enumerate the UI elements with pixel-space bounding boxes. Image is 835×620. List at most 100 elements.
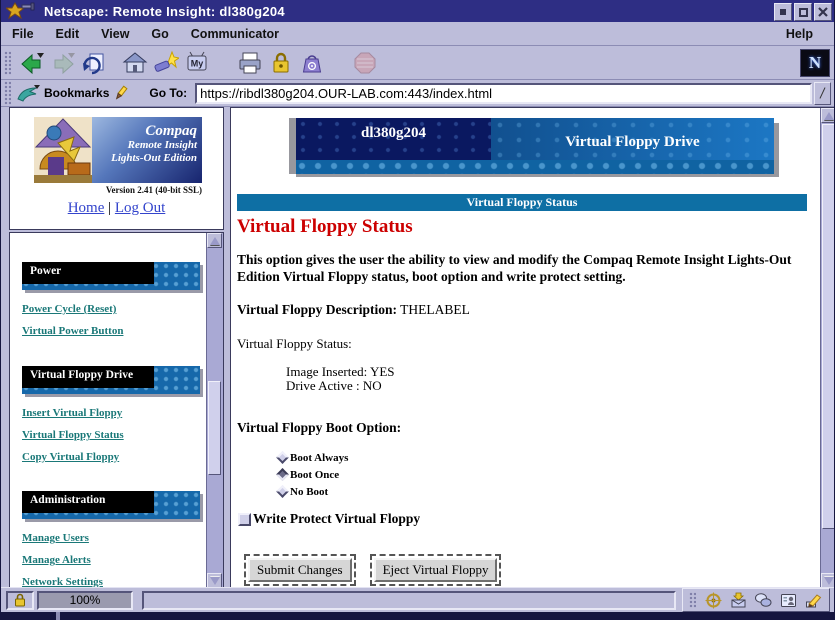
stop-icon bbox=[352, 50, 378, 76]
address-book-button[interactable] bbox=[776, 591, 801, 609]
compaq-house-art-icon bbox=[34, 117, 92, 183]
main-scrollbar[interactable] bbox=[820, 108, 835, 588]
boot-option-no-boot[interactable]: No Boot bbox=[278, 483, 821, 500]
back-button[interactable] bbox=[16, 49, 47, 77]
sidebar-link-virtual-power-button[interactable]: Virtual Power Button bbox=[22, 324, 207, 338]
description-value: THELABEL bbox=[397, 302, 470, 317]
banner-texture-strip bbox=[296, 160, 774, 174]
minimize-button[interactable] bbox=[774, 3, 792, 21]
my-netscape-button[interactable]: My bbox=[181, 49, 212, 77]
brand-text: Compaq Remote Insight Lights-Out Edition bbox=[92, 117, 202, 183]
maximize-icon bbox=[799, 8, 808, 17]
arrow-down-icon bbox=[210, 577, 220, 585]
netscape-logo-letter: N bbox=[809, 53, 821, 73]
component-bar-grip[interactable] bbox=[689, 592, 696, 608]
radio-icon[interactable] bbox=[276, 468, 289, 481]
netscape-logo[interactable]: N bbox=[800, 49, 830, 77]
bookmarks-label[interactable]: Bookmarks bbox=[44, 86, 109, 100]
sidebar-section-vfd-header: Virtual Floppy Drive bbox=[22, 366, 200, 394]
forward-icon bbox=[50, 50, 76, 76]
boot-option-once-label: Boot Once bbox=[290, 469, 339, 481]
scroll-down-button[interactable] bbox=[207, 573, 222, 588]
menu-help[interactable]: Help bbox=[775, 27, 824, 41]
url-input[interactable] bbox=[195, 83, 812, 104]
main-content: dl380g204 Virtual Floppy Drive Virtual F… bbox=[231, 108, 821, 588]
quickfile-icon[interactable] bbox=[113, 85, 129, 101]
navigator-icon bbox=[705, 592, 722, 609]
version-text: Version 2.41 (40-bit SSL) bbox=[34, 185, 202, 195]
menu-file[interactable]: File bbox=[1, 27, 45, 41]
form-buttons: Submit Changes Eject Virtual Floppy bbox=[244, 554, 821, 586]
boot-option-group: Boot Always Boot Once No Boot bbox=[278, 449, 821, 500]
composer-icon bbox=[805, 592, 822, 609]
sidebar-scrollbar[interactable] bbox=[206, 233, 223, 588]
sidebar-link-manage-users[interactable]: Manage Users bbox=[22, 531, 207, 545]
sidebar-link-virtual-floppy-status[interactable]: Virtual Floppy Status bbox=[22, 428, 207, 442]
stop-button[interactable] bbox=[349, 49, 380, 77]
section-title-bar: Virtual Floppy Status bbox=[237, 194, 807, 211]
radio-icon[interactable] bbox=[276, 451, 289, 464]
titlebar[interactable]: Netscape: Remote Insight: dl380g204 bbox=[1, 0, 834, 22]
close-button[interactable] bbox=[814, 3, 832, 21]
maximize-button[interactable] bbox=[794, 3, 812, 21]
status-bar: 100% bbox=[1, 587, 834, 612]
section-title: Power bbox=[30, 265, 61, 277]
description-row: Virtual Floppy Description: THELABEL bbox=[237, 302, 821, 318]
write-protect-row[interactable]: Write Protect Virtual Floppy bbox=[238, 511, 821, 527]
scrollbar-thumb[interactable] bbox=[208, 381, 221, 475]
menu-communicator[interactable]: Communicator bbox=[180, 27, 290, 41]
sidebar-link-insert-virtual-floppy[interactable]: Insert Virtual Floppy bbox=[22, 406, 207, 420]
scroll-down-button[interactable] bbox=[821, 573, 835, 588]
forward-button[interactable] bbox=[47, 49, 78, 77]
toolbar-grip[interactable] bbox=[4, 51, 11, 75]
sidebar-menu: Power Power Cycle (Reset) Virtual Power … bbox=[10, 233, 207, 588]
lock-icon bbox=[14, 593, 26, 607]
discussions-button[interactable] bbox=[751, 591, 776, 609]
minimize-icon bbox=[780, 9, 786, 15]
brand-line3: Lights-Out Edition bbox=[92, 152, 197, 165]
location-bar-grip[interactable] bbox=[4, 81, 11, 105]
scrollbar-thumb[interactable] bbox=[822, 124, 835, 529]
menu-edit[interactable]: Edit bbox=[45, 27, 91, 41]
security-status-box[interactable] bbox=[6, 591, 34, 610]
sidebar-section-admin-header: Administration bbox=[22, 491, 200, 519]
submit-changes-button[interactable]: Submit Changes bbox=[248, 558, 352, 582]
composer-button[interactable] bbox=[801, 591, 826, 609]
sidebar-link-power-cycle[interactable]: Power Cycle (Reset) bbox=[22, 302, 207, 316]
write-protect-checkbox[interactable] bbox=[238, 513, 251, 526]
sidebar-link-manage-alerts[interactable]: Manage Alerts bbox=[22, 553, 207, 567]
menu-view[interactable]: View bbox=[90, 27, 140, 41]
arrow-up-icon bbox=[210, 237, 220, 245]
arrow-up-icon bbox=[824, 112, 834, 120]
reload-button[interactable] bbox=[78, 49, 109, 77]
scroll-up-button[interactable] bbox=[207, 233, 222, 248]
progress-indicator: 100% bbox=[37, 591, 133, 610]
sidebar-link-copy-virtual-floppy[interactable]: Copy Virtual Floppy bbox=[22, 450, 207, 464]
shop-button[interactable] bbox=[296, 49, 327, 77]
boot-option-always[interactable]: Boot Always bbox=[278, 449, 821, 466]
section-title: Virtual Floppy Drive bbox=[30, 369, 133, 381]
eject-virtual-floppy-button[interactable]: Eject Virtual Floppy bbox=[374, 558, 498, 582]
print-icon bbox=[237, 50, 263, 76]
logout-link[interactable]: Log Out bbox=[115, 200, 165, 216]
radio-icon[interactable] bbox=[276, 485, 289, 498]
search-button[interactable] bbox=[150, 49, 181, 77]
intro-paragraph: This option gives the user the ability t… bbox=[237, 251, 809, 285]
print-button[interactable] bbox=[234, 49, 265, 77]
mailbox-button[interactable] bbox=[726, 591, 751, 609]
bookmarks-icon[interactable] bbox=[16, 84, 40, 102]
boot-option-no-boot-label: No Boot bbox=[290, 486, 328, 498]
boot-option-once[interactable]: Boot Once bbox=[278, 466, 821, 483]
scroll-up-button[interactable] bbox=[821, 108, 835, 123]
menu-go[interactable]: Go bbox=[140, 27, 179, 41]
home-icon bbox=[122, 50, 148, 76]
home-link[interactable]: Home bbox=[68, 200, 105, 216]
eject-virtual-floppy-button-frame: Eject Virtual Floppy bbox=[370, 554, 502, 586]
home-button[interactable] bbox=[119, 49, 150, 77]
security-button[interactable] bbox=[265, 49, 296, 77]
banner-hostname: dl380g204 bbox=[296, 118, 491, 160]
window-icon bbox=[6, 2, 36, 20]
url-dropdown-button[interactable] bbox=[814, 82, 831, 105]
navigator-button[interactable] bbox=[701, 591, 726, 609]
back-icon bbox=[19, 50, 45, 76]
